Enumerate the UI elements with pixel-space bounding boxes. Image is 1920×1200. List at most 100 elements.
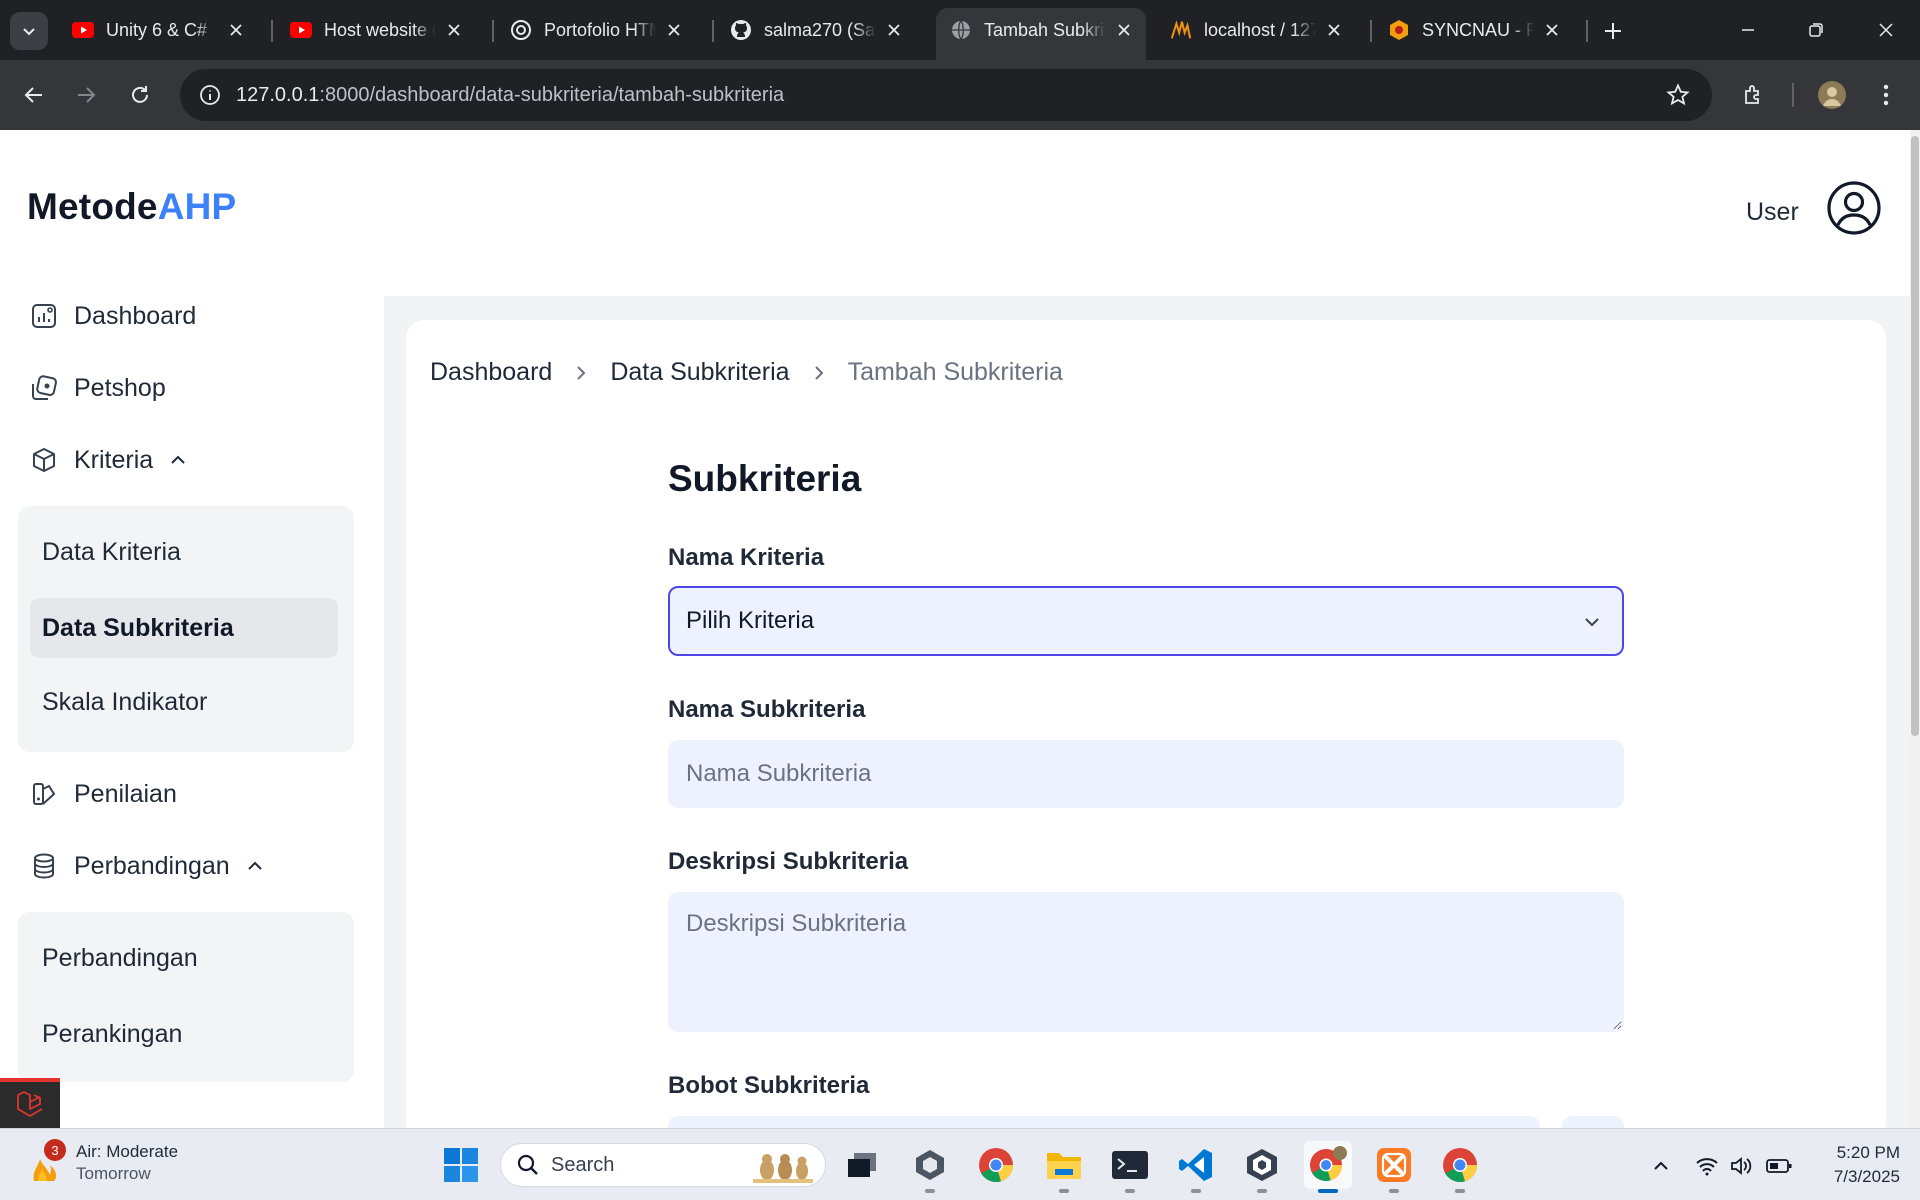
toolbar-separator <box>1792 83 1794 107</box>
tab-search-button[interactable] <box>10 12 48 50</box>
browser-tab[interactable]: localhost / 127 <box>1156 8 1356 52</box>
bobot-input[interactable] <box>668 1116 1540 1128</box>
close-icon[interactable] <box>1114 20 1134 40</box>
kriteria-select[interactable]: Pilih Kriteria <box>668 586 1624 656</box>
chevron-up-icon <box>167 449 189 471</box>
reload-button[interactable] <box>122 77 158 113</box>
start-button[interactable] <box>437 1141 485 1189</box>
sidebar-item-perbandingan-sub[interactable]: Perbandingan <box>30 928 338 988</box>
close-icon[interactable] <box>444 20 464 40</box>
taskbar-app-terminal[interactable] <box>1106 1141 1154 1193</box>
wifi-icon[interactable] <box>1694 1153 1720 1179</box>
taskbar-app-unity-hub[interactable] <box>1238 1141 1286 1193</box>
taskbar-app-chrome-profile[interactable] <box>1304 1141 1352 1193</box>
breadcrumb-data-subkriteria[interactable]: Data Subkriteria <box>610 358 789 387</box>
battery-icon[interactable] <box>1766 1153 1792 1179</box>
running-indicator <box>1257 1189 1267 1193</box>
user-avatar-button[interactable] <box>1826 180 1882 236</box>
taskbar-app-task-view[interactable] <box>838 1141 886 1189</box>
clock[interactable]: 5:20 PM 7/3/2025 <box>1800 1141 1900 1189</box>
chrome-icon <box>1443 1148 1477 1182</box>
close-icon <box>1879 23 1893 37</box>
database-icon <box>28 850 60 882</box>
close-icon[interactable] <box>884 20 904 40</box>
tray-overflow-chevron-icon[interactable] <box>1648 1153 1674 1179</box>
sidebar-item-perankingan[interactable]: Perankingan <box>30 1004 338 1064</box>
phpmyadmin-icon <box>1170 19 1192 41</box>
app-logo[interactable]: MetodeAHP <box>27 186 236 228</box>
sidebar-item-perbandingan[interactable]: Perbandingan <box>28 842 266 890</box>
windows-taskbar: 3 Air: Moderate Tomorrow Search 5:20 PM … <box>0 1128 1920 1200</box>
logo-text: Metode <box>27 186 158 227</box>
close-icon[interactable] <box>664 20 684 40</box>
close-icon[interactable] <box>1542 20 1562 40</box>
taskbar-app-chrome-2[interactable] <box>1436 1141 1484 1193</box>
taskbar-app-xampp[interactable] <box>1370 1141 1418 1193</box>
form-title: Subkriteria <box>668 458 862 499</box>
chevron-right-icon <box>570 362 592 384</box>
sidebar-item-data-kriteria[interactable]: Data Kriteria <box>30 522 338 582</box>
tab-title: Tambah Subkriteria <box>984 19 1106 40</box>
taskbar-search[interactable]: Search <box>500 1143 826 1187</box>
browser-tab[interactable]: Portofolio HTML <box>496 8 696 52</box>
site-info-icon[interactable] <box>196 81 224 109</box>
search-icon <box>517 1154 538 1175</box>
back-button[interactable] <box>16 77 52 113</box>
deskripsi-textarea[interactable] <box>668 892 1624 1032</box>
browser-tab[interactable]: Host website d <box>276 8 476 52</box>
close-window-button[interactable] <box>1852 0 1920 60</box>
subkriteria-label: Nama Subkriteria <box>668 696 866 723</box>
browser-tab-active[interactable]: Tambah Subkriteria <box>936 8 1146 60</box>
laravel-debugbar-toggle[interactable] <box>0 1078 60 1128</box>
user-name[interactable]: User <box>1746 198 1799 227</box>
running-indicator <box>1191 1189 1201 1193</box>
sidebar-item-data-subkriteria[interactable]: Data Subkriteria <box>30 598 338 658</box>
weather-icon: 3 <box>26 1139 66 1183</box>
sub-item-label: Skala Indikator <box>42 687 208 716</box>
tab-separator <box>492 20 494 42</box>
forward-button[interactable] <box>68 77 104 113</box>
scrollbar-thumb[interactable] <box>1911 136 1919 736</box>
page-scrollbar[interactable] <box>1910 130 1920 1128</box>
volume-icon[interactable] <box>1728 1153 1754 1179</box>
github-icon <box>730 19 752 41</box>
browser-tab[interactable]: salma270 (Salma <box>716 8 916 52</box>
sidebar-item-penilaian[interactable]: Penilaian <box>28 770 177 818</box>
tab-separator <box>1586 20 1588 42</box>
minimize-button[interactable] <box>1714 0 1782 60</box>
profile-button[interactable] <box>1814 77 1850 113</box>
laravel-logo-icon <box>17 1091 43 1117</box>
restore-button[interactable] <box>1782 0 1850 60</box>
bobot-addon[interactable] <box>1562 1116 1624 1128</box>
browser-tab-bar: Unity 6 & C# Host website d Portofolio H… <box>0 0 1920 60</box>
running-indicator <box>925 1189 935 1193</box>
restore-icon <box>1809 23 1823 37</box>
sidebar-item-dashboard[interactable]: Dashboard <box>28 292 196 340</box>
sidebar-item-skala-indikator[interactable]: Skala Indikator <box>30 672 338 732</box>
browser-tab[interactable]: SYNCNAU - Pa <box>1374 8 1574 52</box>
tab-separator <box>271 20 273 42</box>
bookmark-star-icon[interactable] <box>1664 81 1692 109</box>
sidebar-item-petshop[interactable]: Petshop <box>28 364 166 412</box>
taskbar-app-vscode[interactable] <box>1172 1141 1220 1193</box>
close-icon[interactable] <box>226 20 246 40</box>
weather-widget[interactable]: 3 Air: Moderate Tomorrow <box>26 1139 178 1185</box>
browser-tab[interactable]: Unity 6 & C# <box>58 8 258 52</box>
unity-hub-icon <box>1247 1149 1277 1181</box>
unity-icon <box>916 1150 944 1180</box>
subkriteria-name-input[interactable] <box>668 740 1624 808</box>
breadcrumb-dashboard[interactable]: Dashboard <box>430 358 552 387</box>
sub-item-label: Perbandingan <box>42 943 198 972</box>
address-bar[interactable]: 127.0.0.1:8000/dashboard/data-subkriteri… <box>180 69 1712 121</box>
extensions-button[interactable] <box>1736 77 1772 113</box>
sidebar-item-label: Petshop <box>74 373 166 402</box>
new-tab-button[interactable] <box>1596 14 1630 48</box>
taskbar-app-chrome[interactable] <box>972 1141 1020 1189</box>
taskbar-app-unity[interactable] <box>906 1141 954 1193</box>
browser-menu-button[interactable] <box>1868 77 1904 113</box>
close-icon[interactable] <box>1324 20 1344 40</box>
sidebar: MetodeAHP Dashboard Petshop Kriteria Dat… <box>0 130 384 1128</box>
sidebar-item-kriteria[interactable]: Kriteria <box>28 436 189 484</box>
youtube-icon <box>72 19 94 41</box>
taskbar-app-file-explorer[interactable] <box>1040 1141 1088 1193</box>
